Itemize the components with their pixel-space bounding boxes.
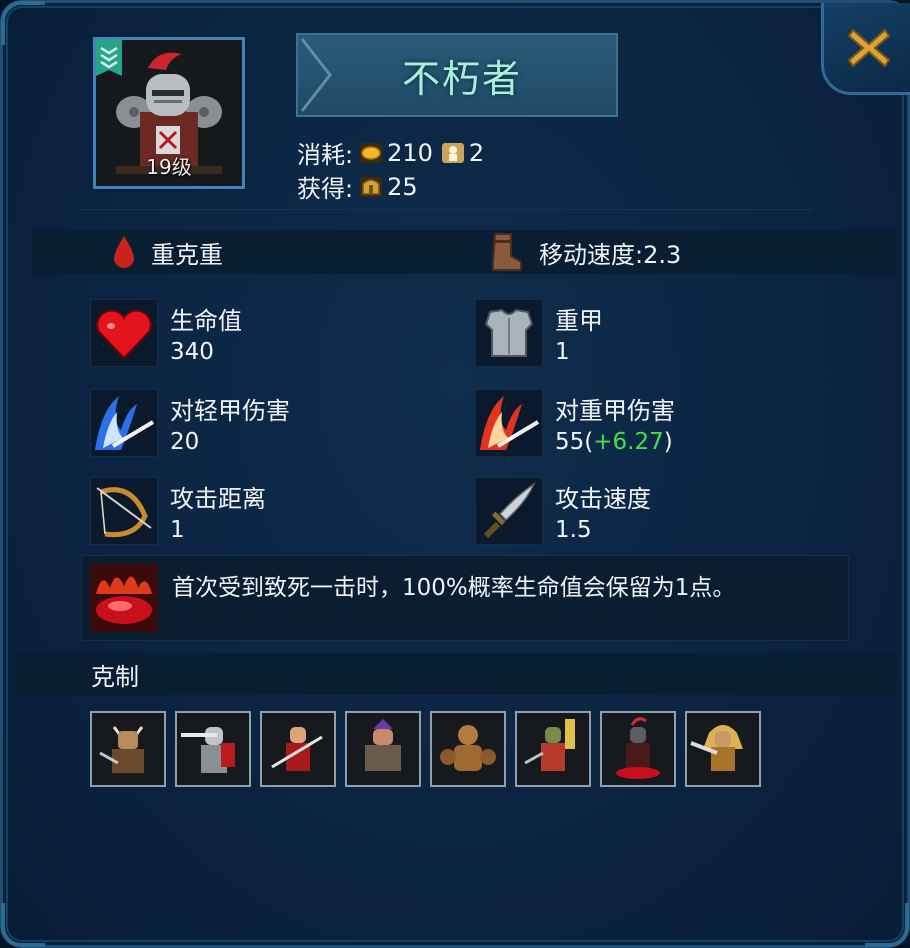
- close-button[interactable]: [821, 3, 910, 95]
- stat-armor: 重甲 1: [475, 299, 865, 371]
- blood-pool-icon: [90, 564, 158, 632]
- red-ninja-icon: [271, 727, 323, 771]
- stat-armor-icon-frame: [475, 299, 543, 367]
- banner-arrow-icon: [300, 38, 332, 112]
- reward-value: 25: [387, 172, 418, 201]
- gold-coin-icon: [360, 142, 383, 163]
- armor-relation: 重克重: [111, 230, 223, 274]
- reward-label: 获得:: [297, 175, 354, 203]
- stat-value: 1.5: [555, 517, 592, 543]
- unit-info-panel: 19级 不朽者 消耗: 210 2 获得: 25 重克重 移动速度:2.3 生命…: [0, 0, 910, 948]
- stat-value-suffix: ): [663, 429, 673, 455]
- crimson-knight-icon: [616, 717, 660, 779]
- bow-icon: [96, 487, 152, 538]
- population-icon: [441, 142, 464, 163]
- divider: [79, 209, 813, 210]
- counter-unit-purple-brawler[interactable]: [345, 711, 421, 787]
- passive-description: 首次受到致死一击时，100%概率生命值会保留为1点。: [172, 575, 736, 601]
- golden-berserker-icon: [690, 725, 743, 771]
- cost-population-value: 2: [468, 138, 485, 167]
- stat-value: 55(: [555, 429, 594, 455]
- passive-ability: 首次受到致死一击时，100%概率生命值会保留为1点。: [81, 555, 849, 641]
- resource-chest-icon: [360, 176, 383, 197]
- counter-unit-sword-knight[interactable]: [175, 711, 251, 787]
- counter-unit-golem[interactable]: [430, 711, 506, 787]
- panel-corner-ornament: [1, 903, 45, 947]
- unit-portrait: 19级: [93, 37, 245, 189]
- stat-heavy-armor-damage: 对重甲伤害 55(+6.27): [475, 389, 865, 461]
- stat-attack-range: 攻击距离 1: [90, 477, 480, 549]
- purple-brawler-icon: [365, 719, 401, 771]
- heart-icon: [96, 309, 152, 360]
- stat-value: 340: [170, 339, 214, 365]
- stat-name: 对轻甲伤害: [170, 397, 290, 425]
- counter-units-list: [90, 711, 770, 787]
- sword-knight-icon: [181, 727, 235, 773]
- move-speed-text: 移动速度:2.3: [539, 240, 682, 269]
- boot-icon: [492, 233, 522, 271]
- traits-band: 重克重 移动速度:2.3: [33, 230, 895, 274]
- move-speed: 移动速度:2.3: [489, 230, 681, 274]
- counter-unit-archer-soldier[interactable]: [515, 711, 591, 787]
- armor-relation-text: 重克重: [151, 240, 223, 269]
- blue-slash-icon: [95, 396, 155, 450]
- archer-soldier-icon: [524, 719, 575, 771]
- unit-name: 不朽者: [401, 56, 522, 101]
- stat-value: 1: [170, 517, 185, 543]
- counter-unit-red-ninja[interactable]: [260, 711, 336, 787]
- stat-name: 攻击距离: [170, 485, 266, 513]
- stat-value-with-bonus: 55(+6.27): [555, 429, 673, 455]
- stat-light-armor-damage: 对轻甲伤害 20: [90, 389, 480, 461]
- cost-label: 消耗:: [297, 141, 354, 169]
- stat-attack-speed: 攻击速度 1.5: [475, 477, 865, 549]
- panel-corner-ornament: [1, 1, 45, 45]
- blood-drop-icon: [114, 236, 134, 268]
- rank-chevron-badge-icon: [96, 40, 122, 76]
- dagger-icon: [483, 481, 536, 539]
- counter-unit-crimson-knight[interactable]: [600, 711, 676, 787]
- golem-icon: [440, 725, 496, 771]
- stat-name: 对重甲伤害: [555, 397, 675, 425]
- stat-heavy-damage-icon-frame: [475, 389, 543, 457]
- red-slash-icon: [480, 396, 540, 450]
- stat-health: 生命值 340: [90, 299, 480, 371]
- stat-health-icon-frame: [90, 299, 158, 367]
- stat-range-icon-frame: [90, 477, 158, 545]
- horned-warrior-icon: [99, 726, 144, 773]
- counter-unit-horned-warrior[interactable]: [90, 711, 166, 787]
- cost-gold-value: 210: [387, 138, 433, 167]
- counter-unit-golden-berserker[interactable]: [685, 711, 761, 787]
- heavy-armor-icon: [484, 308, 534, 357]
- unit-name-banner: 不朽者: [296, 33, 618, 117]
- stat-speed-icon-frame: [475, 477, 543, 545]
- unit-level: 19级: [146, 155, 192, 179]
- counters-label: 克制: [91, 662, 139, 691]
- stat-name: 攻击速度: [555, 485, 651, 513]
- stat-bonus: +6.27: [593, 429, 664, 455]
- stat-light-damage-icon-frame: [90, 389, 158, 457]
- stat-value: 1: [555, 339, 570, 365]
- stat-name: 生命值: [170, 307, 242, 335]
- cost-line: 消耗: 210 2: [297, 135, 492, 170]
- reward-line: 获得: 25: [297, 169, 426, 204]
- counters-header: 克制: [17, 653, 897, 695]
- close-icon: [847, 27, 890, 68]
- panel-corner-ornament: [865, 903, 909, 947]
- stat-value: 20: [170, 429, 200, 455]
- stat-name: 重甲: [555, 307, 603, 335]
